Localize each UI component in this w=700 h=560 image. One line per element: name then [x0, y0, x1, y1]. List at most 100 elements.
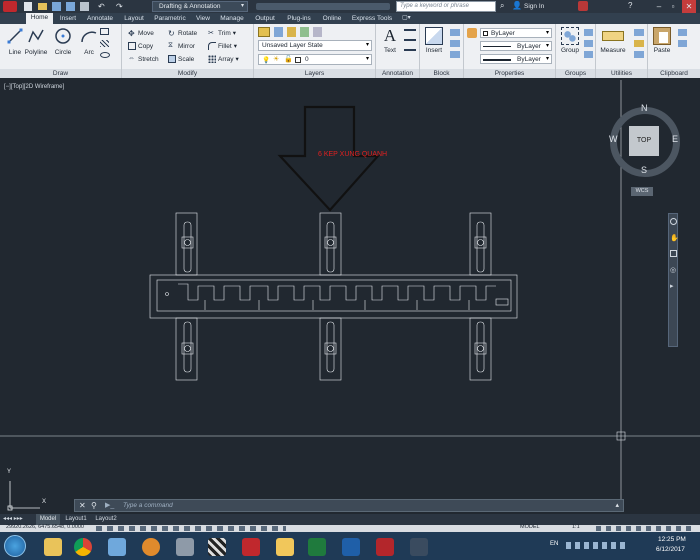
close-icon[interactable]: ✕ — [682, 0, 696, 13]
workspace-dropdown[interactable]: Drafting & Annotation ▾ — [152, 1, 248, 12]
polyline-button[interactable]: Polyline — [22, 27, 50, 56]
language-indicator[interactable]: EN — [550, 541, 558, 547]
status-tray-icons[interactable] — [596, 526, 692, 531]
fillet-button[interactable]: Fillet ▾ — [208, 42, 237, 50]
tab-insert[interactable]: Insert — [56, 14, 80, 24]
viewcube-south[interactable]: S — [641, 165, 647, 175]
autocad-app-icon[interactable] — [376, 538, 394, 556]
model-space-button[interactable]: MODEL — [520, 524, 540, 530]
viewcube-west[interactable]: W — [609, 134, 618, 144]
close-icon[interactable]: ✕ — [79, 501, 86, 510]
tray-icons[interactable] — [566, 542, 626, 549]
clock-date[interactable]: 6/12/2017 — [656, 546, 685, 553]
rotate-button[interactable]: ↻ Rotate — [168, 29, 197, 38]
clipboard-panel-title[interactable]: Clipboard — [648, 69, 700, 78]
annotation-panel-title[interactable]: Annotation — [376, 69, 419, 78]
mirror-button[interactable]: ⧖ Mirror — [168, 42, 195, 50]
color-dropdown[interactable]: ByLayer ▾ — [480, 28, 552, 38]
chevron-down-icon[interactable]: ▾ — [233, 29, 236, 37]
tab-nav-icons[interactable]: ◂◂◂ ▸▸▸ — [3, 515, 23, 522]
scale-button[interactable]: Scale — [168, 55, 194, 63]
open-icon[interactable] — [38, 3, 47, 10]
paint-icon[interactable] — [108, 538, 126, 556]
user-icon[interactable]: 👤 — [512, 1, 522, 10]
game-icon[interactable] — [208, 538, 226, 556]
rectangle-icon[interactable] — [100, 28, 109, 35]
new-icon[interactable] — [24, 2, 32, 11]
arc-button[interactable]: Arc — [75, 27, 103, 56]
folder-icon[interactable] — [276, 538, 294, 556]
sign-in-link[interactable]: Sign In — [524, 3, 544, 10]
tab-manage[interactable]: Manage — [216, 14, 248, 24]
move-button[interactable]: ✥ Move — [128, 29, 154, 38]
start-button[interactable] — [4, 535, 26, 557]
file-explorer-icon[interactable] — [44, 538, 62, 556]
tab-layout2[interactable]: Layout2 — [92, 514, 120, 525]
chevron-down-icon[interactable]: ▾ — [234, 42, 237, 50]
tab-output[interactable]: Output — [250, 14, 280, 24]
insert-button[interactable]: Insert — [420, 27, 448, 54]
minimize-icon[interactable]: – — [652, 0, 666, 13]
viewcube-north[interactable]: N — [641, 103, 648, 113]
command-input[interactable]: Type a command — [123, 502, 173, 509]
search-input[interactable]: Type a keyword or phrase — [396, 1, 496, 12]
maximize-icon[interactable]: ▫ — [666, 0, 680, 13]
chevron-down-icon[interactable]: ▾ — [236, 55, 239, 63]
viewcube-top-face[interactable]: TOP — [629, 126, 659, 156]
utilities-small-tools[interactable] — [634, 29, 644, 59]
autocad-logo-icon[interactable] — [3, 1, 17, 12]
annotation-scale[interactable]: 1:1 — [572, 524, 580, 530]
showmotion-icon[interactable]: ▸ — [670, 282, 674, 290]
block-small-tools[interactable] — [450, 29, 460, 59]
command-line[interactable]: ✕ ⚲ ▶_ Type a command ▴ — [74, 499, 624, 512]
drafting-toggles[interactable] — [96, 526, 286, 531]
orbit-icon[interactable]: ◎ — [670, 266, 676, 274]
tab-annotate[interactable]: Annotate — [82, 14, 118, 24]
group-button[interactable]: Group — [556, 27, 584, 54]
autocad-taskbar-icon[interactable] — [242, 538, 260, 556]
copy-button[interactable]: Copy — [128, 42, 153, 50]
redo-icon[interactable]: ↷ — [116, 2, 123, 11]
drawing-canvas[interactable]: TOP N S E W WCS ✋ ◎ ▸ 6 KEP XUNG QUANH Y… — [0, 80, 700, 512]
stretch-button[interactable]: ⇔ Stretch — [128, 55, 159, 63]
xmind-icon[interactable] — [410, 538, 428, 556]
measure-button[interactable]: Measure — [596, 27, 630, 54]
media-player-icon[interactable] — [142, 538, 160, 556]
tab-layout[interactable]: Layout — [120, 14, 148, 24]
chevron-up-icon[interactable]: ▴ — [615, 501, 619, 509]
coordinates-readout[interactable]: 29920.2626, 6475.6548, 0.0000 — [6, 524, 84, 530]
groups-panel-title[interactable]: Groups — [556, 69, 595, 78]
properties-panel-title[interactable]: Properties — [464, 69, 555, 78]
current-layer-dropdown[interactable]: 💡 ☀ 🔓 0 ▾ — [258, 54, 372, 65]
ribbon-toggle-icon[interactable]: ▢▾ — [402, 14, 411, 21]
groups-small-tools[interactable] — [584, 29, 593, 59]
steering-wheel-icon[interactable] — [670, 218, 677, 225]
lineweight-dropdown[interactable]: ByLayer ▾ — [480, 54, 552, 64]
customize-icon[interactable]: ⚲ — [91, 501, 97, 510]
array-button[interactable]: Array ▾ — [208, 55, 239, 63]
text-button[interactable]: A Text — [376, 27, 404, 55]
pan-icon[interactable]: ✋ — [670, 234, 679, 242]
exchange-icon[interactable] — [578, 1, 588, 11]
outlook-icon[interactable] — [342, 538, 360, 556]
layer-properties-icon[interactable] — [258, 27, 270, 37]
save-icon[interactable] — [52, 2, 61, 11]
binoculars-icon[interactable]: ⌕ — [500, 1, 504, 11]
viewport-controls-label[interactable]: [−][Top][2D Wireframe] — [4, 84, 64, 90]
hatch-icon[interactable] — [100, 40, 109, 47]
layer-tools-icons[interactable] — [274, 27, 374, 37]
modify-panel-title[interactable]: Modify — [122, 69, 253, 78]
zoom-extents-icon[interactable] — [670, 250, 677, 257]
tab-plugins[interactable]: Plug-ins — [282, 14, 316, 24]
saveas-icon[interactable] — [66, 2, 75, 11]
undo-icon[interactable]: ↶ — [98, 2, 105, 11]
chrome-icon[interactable] — [74, 538, 92, 556]
viewcube-east[interactable]: E — [672, 134, 678, 144]
tab-view[interactable]: View — [192, 14, 214, 24]
layer-state-dropdown[interactable]: Unsaved Layer State ▾ — [258, 40, 372, 51]
wcs-menu[interactable]: WCS — [631, 187, 653, 196]
utilities-panel-title[interactable]: Utilities — [596, 69, 647, 78]
match-properties-icon[interactable] — [467, 28, 477, 38]
plot-icon[interactable] — [80, 2, 89, 11]
linetype-dropdown[interactable]: ByLayer ▾ — [480, 41, 552, 51]
